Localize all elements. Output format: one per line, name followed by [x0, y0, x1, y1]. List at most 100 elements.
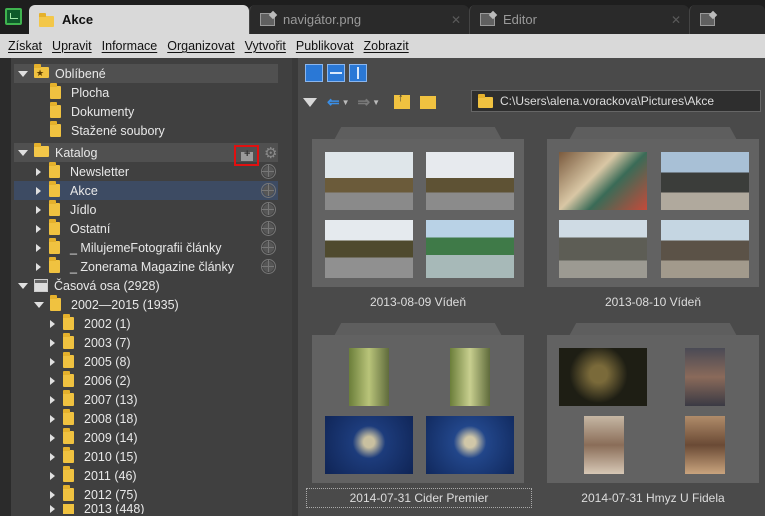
- tree-year[interactable]: 2012 (75): [14, 485, 278, 504]
- tree-label: 2012 (75): [84, 487, 138, 502]
- tree-year[interactable]: 2010 (15): [14, 447, 278, 466]
- tree-item-milujeme[interactable]: _ MilujemeFotografii články: [14, 238, 278, 257]
- chevron-right-icon[interactable]: [50, 319, 55, 328]
- tree-item-stazene[interactable]: Stažené soubory: [14, 121, 278, 140]
- chevron-right-icon[interactable]: [50, 414, 55, 423]
- chevron-right-icon[interactable]: [36, 167, 41, 176]
- chevron-down-icon[interactable]: [18, 70, 28, 77]
- tab-next[interactable]: [689, 5, 765, 34]
- view-thumbnails-button[interactable]: [305, 64, 323, 82]
- chevron-down-icon[interactable]: ▼: [372, 98, 380, 107]
- folder-icon: [50, 295, 65, 311]
- forward-arrow-icon[interactable]: ⇒: [358, 93, 371, 111]
- tab-navigator[interactable]: navigátor.png ✕: [249, 5, 469, 34]
- tree-year[interactable]: 2013 (448): [14, 504, 278, 514]
- tree-year[interactable]: 2005 (8): [14, 352, 278, 371]
- tree-item-plocha[interactable]: Plocha: [14, 83, 278, 102]
- chevron-right-icon[interactable]: [36, 205, 41, 214]
- photo-thumbnail: [685, 416, 725, 474]
- view-split-button[interactable]: [349, 64, 367, 82]
- globe-icon[interactable]: [261, 202, 276, 217]
- photo-thumbnail: [685, 348, 725, 406]
- view-switcher: [305, 64, 367, 84]
- menu-upravit[interactable]: Upravit: [52, 39, 92, 53]
- tree-label: Jídlo: [70, 202, 97, 217]
- folder-label: 2014-07-31 Cider Premier: [306, 488, 532, 508]
- up-folder-icon[interactable]: [394, 92, 410, 109]
- tab-akce[interactable]: Akce: [29, 5, 249, 34]
- folder-tile[interactable]: 2014-07-31 Hmyz U Fidela: [547, 323, 759, 505]
- chevron-right-icon[interactable]: [50, 433, 55, 442]
- path-text: C:\Users\alena.vorackova\Pictures\Akce: [500, 94, 715, 108]
- chevron-right-icon[interactable]: [50, 505, 55, 513]
- tree-year[interactable]: 2007 (13): [14, 390, 278, 409]
- menu-vytvorit[interactable]: Vytvořit: [245, 39, 286, 53]
- photo-thumbnail: [661, 152, 749, 210]
- folder-icon[interactable]: [420, 95, 436, 109]
- chevron-right-icon[interactable]: [50, 490, 55, 499]
- gear-icon[interactable]: ⚙: [264, 144, 278, 162]
- tab-editor[interactable]: Editor ✕: [469, 5, 689, 34]
- chevron-down-icon[interactable]: [18, 282, 28, 289]
- photo-thumbnail: [559, 348, 647, 406]
- globe-icon[interactable]: [261, 183, 276, 198]
- menu-zobrazit[interactable]: Zobrazit: [364, 39, 409, 53]
- tree-year[interactable]: 2006 (2): [14, 371, 278, 390]
- tree-item-zonerama[interactable]: _ Zonerama Magazine články: [14, 257, 278, 276]
- chevron-right-icon[interactable]: [36, 262, 41, 271]
- tree-year[interactable]: 2003 (7): [14, 333, 278, 352]
- photo-thumbnail: [325, 152, 413, 210]
- folder-tile[interactable]: 2013-08-09 Vídeň: [312, 127, 524, 309]
- globe-icon[interactable]: [261, 259, 276, 274]
- globe-icon[interactable]: [261, 221, 276, 236]
- globe-icon[interactable]: [261, 240, 276, 255]
- folder-icon: [49, 162, 64, 178]
- tree-favorites[interactable]: ★ Oblíbené: [14, 64, 278, 83]
- chevron-right-icon[interactable]: [50, 471, 55, 480]
- tree-item-dokumenty[interactable]: Dokumenty: [14, 102, 278, 121]
- tree-year[interactable]: 2011 (46): [14, 466, 278, 485]
- chevron-right-icon[interactable]: [36, 243, 41, 252]
- chevron-right-icon[interactable]: [36, 186, 41, 195]
- chevron-down-icon[interactable]: [18, 149, 28, 156]
- folder-icon: [63, 314, 78, 330]
- tree-year[interactable]: 2009 (14): [14, 428, 278, 447]
- tree-label: Plocha: [71, 85, 110, 100]
- tree-year[interactable]: 2008 (18): [14, 409, 278, 428]
- path-field[interactable]: C:\Users\alena.vorackova\Pictures\Akce: [471, 90, 761, 112]
- photo-thumbnail: [450, 348, 490, 406]
- panel-edge: [0, 58, 11, 516]
- menu-ziskat[interactable]: Získat: [8, 39, 42, 53]
- tree-item-ostatni[interactable]: Ostatní: [14, 219, 278, 238]
- close-icon[interactable]: ✕: [671, 13, 681, 27]
- app-logo-icon[interactable]: [5, 8, 22, 25]
- tree-item-range[interactable]: 2002—2015 (1935): [14, 295, 278, 314]
- tree-year[interactable]: 2002 (1): [14, 314, 278, 333]
- folder-icon: [49, 219, 64, 235]
- menu-informace[interactable]: Informace: [102, 39, 158, 53]
- tree-item-jidlo[interactable]: Jídlo: [14, 200, 278, 219]
- chevron-down-icon[interactable]: [34, 301, 44, 308]
- image-icon: [260, 12, 276, 27]
- chevron-right-icon[interactable]: [50, 395, 55, 404]
- tree-item-akce[interactable]: Akce: [14, 181, 278, 200]
- folder-tile[interactable]: 2014-07-31 Cider Premier: [306, 323, 532, 508]
- chevron-right-icon[interactable]: [50, 357, 55, 366]
- chevron-right-icon[interactable]: [50, 452, 55, 461]
- menu-organizovat[interactable]: Organizovat: [167, 39, 234, 53]
- view-preview-button[interactable]: [327, 64, 345, 82]
- back-arrow-icon[interactable]: ⇐: [327, 93, 340, 111]
- close-icon[interactable]: ✕: [451, 13, 461, 27]
- tree-timeline[interactable]: Časová osa (2928): [14, 276, 278, 295]
- filter-icon[interactable]: [303, 97, 317, 107]
- chevron-right-icon[interactable]: [50, 376, 55, 385]
- folder-tile[interactable]: 2013-08-10 Vídeň: [547, 127, 759, 309]
- add-folder-button[interactable]: [234, 145, 259, 166]
- chevron-right-icon[interactable]: [50, 338, 55, 347]
- globe-icon[interactable]: [261, 164, 276, 179]
- chevron-right-icon[interactable]: [36, 224, 41, 233]
- folder-icon: [63, 447, 78, 463]
- chevron-down-icon[interactable]: ▼: [342, 98, 350, 107]
- tree-label: Katalog: [55, 145, 98, 160]
- menu-publikovat[interactable]: Publikovat: [296, 39, 354, 53]
